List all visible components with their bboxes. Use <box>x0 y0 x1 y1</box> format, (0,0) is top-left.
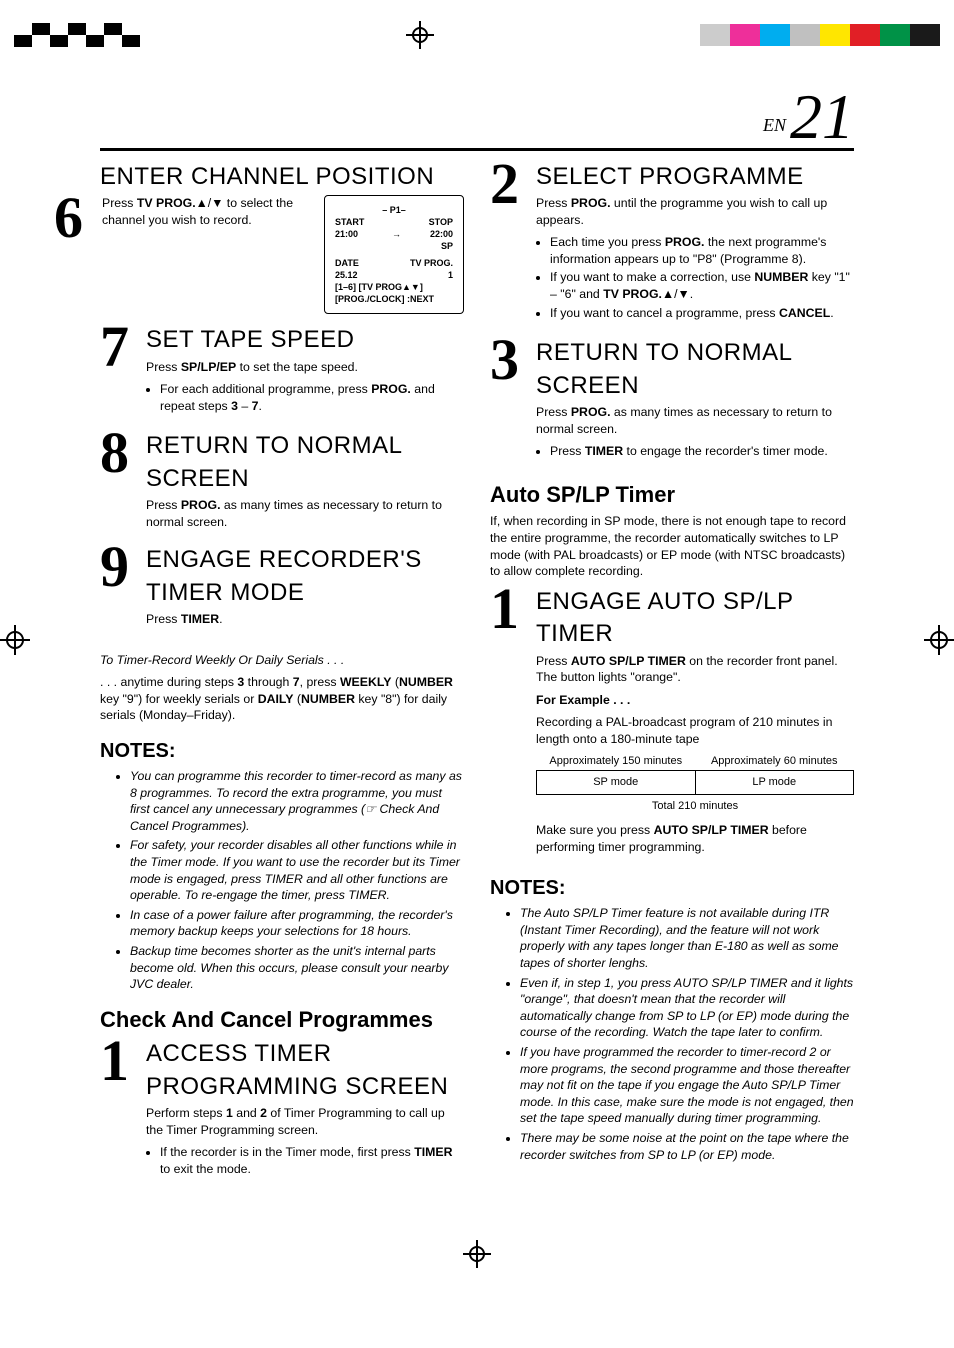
notes-heading: NOTES: <box>490 875 854 902</box>
step-title: RETURN TO NORMAL SCREEN <box>146 430 464 495</box>
step-title: SELECT PROGRAMME <box>536 161 854 193</box>
mode-table-cell: LP mode <box>695 771 854 795</box>
notes-heading: NOTES: <box>100 738 464 765</box>
mode-table-caption: Total 210 minutes <box>536 799 854 814</box>
page-lang-label: EN <box>763 113 786 137</box>
page-header: EN 21 <box>100 88 854 151</box>
step-number: 7 <box>100 324 146 370</box>
mode-table: Approximately 150 minutes Approximately … <box>536 754 854 796</box>
serials-body: . . . anytime during steps 3 through 7, … <box>100 674 464 724</box>
auto-tail: Make sure you press AUTO SP/LP TIMER bef… <box>536 822 854 855</box>
registration-mark-icon <box>463 1240 491 1268</box>
step-bullets: If the recorder is in the Timer mode, fi… <box>146 1144 464 1177</box>
note-item: There may be some noise at the point on … <box>520 1130 854 1163</box>
note-item: For safety, your recorder disables all o… <box>130 837 464 903</box>
step-title: ENGAGE RECORDER'S TIMER MODE <box>146 544 464 609</box>
step-8: 8 RETURN TO NORMAL SCREEN Press PROG. as… <box>100 430 464 536</box>
checker-pattern <box>14 23 140 47</box>
step-title: ENGAGE AUTO SP/LP TIMER <box>536 586 854 651</box>
auto-sp-lp-para: If, when recording in SP mode, there is … <box>490 513 854 579</box>
lcd-panel: – P1– START21:00 → STOP22:00 SP DATE25.1… <box>324 195 464 314</box>
step-title: ACCESS TIMER PROGRAM­MING SCREEN <box>146 1038 464 1103</box>
serials-intro: To Timer-Record Weekly Or Daily Serials … <box>100 652 464 669</box>
example-label: For Example . . . <box>536 692 854 709</box>
auto-sp-lp-heading: Auto SP/LP Timer <box>490 480 854 510</box>
step-3-return: 3 RETURN TO NORMAL SCREEN Press PROG. as… <box>490 337 854 468</box>
note-item: In case of a power failure after program… <box>130 907 464 940</box>
note-item: Backup time becomes shorter as the unit'… <box>130 943 464 993</box>
note-item: The Auto SP/LP Timer feature is not avai… <box>520 905 854 971</box>
step-number: 1 <box>100 1038 146 1084</box>
step-6: ENTER CHANNEL POSITION 6 Press TV PROG.▲… <box>100 161 464 315</box>
step-text: Press AUTO SP/LP TIMER on the recorder f… <box>536 653 854 686</box>
registration-mark-icon <box>406 21 434 49</box>
step-number: 1 <box>490 586 536 632</box>
step-number: 9 <box>100 544 146 590</box>
step-9: 9 ENGAGE RECORDER'S TIMER MODE Press TIM… <box>100 544 464 633</box>
example-body: Recording a PAL-broadcast program of 210… <box>536 714 854 747</box>
step-number: 6 <box>54 195 100 314</box>
step-title: ENTER CHANNEL POSITION <box>100 161 464 193</box>
step-1-access: 1 ACCESS TIMER PROGRAM­MING SCREEN Perfo… <box>100 1038 464 1185</box>
step-text: Press PROG. as many times as necessary t… <box>146 497 464 530</box>
step-title: SET TAPE SPEED <box>146 324 464 356</box>
print-marks-top <box>0 0 954 60</box>
page-number: 21 <box>790 88 854 146</box>
notes-list-right: The Auto SP/LP Timer feature is not avai… <box>490 905 854 1163</box>
step-bullets: For each additional programme, press PRO… <box>146 381 464 414</box>
note-item: You can programme this recorder to timer… <box>130 768 464 834</box>
step-text: Press TV PROG.▲/▼ to select the channel … <box>102 195 314 308</box>
step-2-select: 2 SELECT PROGRAMME Press PROG. until the… <box>490 161 854 330</box>
step-number: 2 <box>490 161 536 207</box>
step-bullets: Each time you press PROG. the next progr… <box>536 234 854 321</box>
mode-table-cell: SP mode <box>537 771 696 795</box>
note-item: If you have programmed the recorder to t… <box>520 1044 854 1127</box>
step-bullets: Press TIMER to engage the recorder's tim… <box>536 443 854 460</box>
step-7: 7 SET TAPE SPEED Press SP/LP/EP to set t… <box>100 324 464 422</box>
step-text: Press PROG. as many times as necessary t… <box>536 404 854 437</box>
mode-table-header: Approximately 60 minutes <box>695 754 854 771</box>
step-1-auto: 1 ENGAGE AUTO SP/LP TIMER Press AUTO SP/… <box>490 586 854 861</box>
notes-list-left: You can programme this recorder to timer… <box>100 768 464 993</box>
step-text: Press TIMER. <box>146 611 464 628</box>
note-item: Even if, in step 1, you press AUTO SP/LP… <box>520 975 854 1041</box>
step-text: Press PROG. until the programme you wish… <box>536 195 854 228</box>
color-bar <box>700 24 940 46</box>
mode-table-header: Approximately 150 minutes <box>537 754 696 771</box>
step-text: Press SP/LP/EP to set the tape speed. <box>146 359 464 376</box>
step-number: 8 <box>100 430 146 476</box>
step-number: 3 <box>490 337 536 383</box>
check-cancel-heading: Check And Cancel Programmes <box>100 1005 464 1035</box>
step-text: Perform steps 1 and 2 of Timer Programmi… <box>146 1105 464 1138</box>
step-title: RETURN TO NORMAL SCREEN <box>536 337 854 402</box>
